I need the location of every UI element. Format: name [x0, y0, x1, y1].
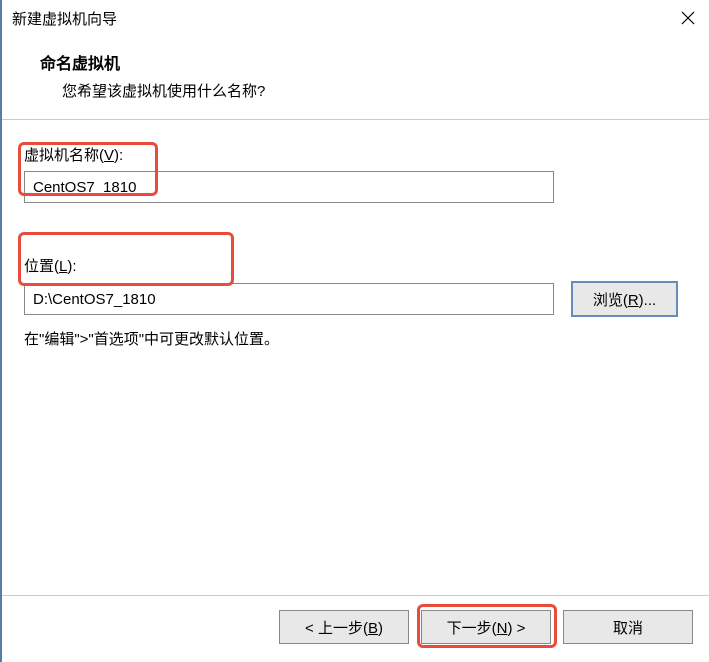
header-section: 命名虚拟机 您希望该虚拟机使用什么名称?: [2, 36, 709, 119]
close-icon[interactable]: [679, 9, 697, 27]
browse-button[interactable]: 浏览(R)...: [572, 282, 677, 316]
location-input[interactable]: [24, 283, 554, 315]
back-button[interactable]: < 上一步(B): [279, 610, 409, 644]
header-title: 命名虚拟机: [40, 50, 709, 74]
footer: < 上一步(B) 下一步(N) > 取消: [2, 595, 709, 662]
vm-name-label: 虚拟机名称(V):: [24, 144, 687, 165]
titlebar: 新建虚拟机向导: [2, 0, 709, 36]
window-title: 新建虚拟机向导: [12, 8, 117, 29]
header-subtitle: 您希望该虚拟机使用什么名称?: [40, 80, 709, 101]
wizard-window: 新建虚拟机向导 命名虚拟机 您希望该虚拟机使用什么名称? 虚拟机名称(V): 位…: [0, 0, 709, 662]
next-button[interactable]: 下一步(N) >: [421, 610, 551, 644]
vm-name-input[interactable]: [24, 171, 554, 203]
hint-text: 在"编辑">"首选项"中可更改默认位置。: [24, 328, 687, 349]
location-label: 位置(L):: [24, 255, 687, 276]
content-area: 虚拟机名称(V): 位置(L): 浏览(R)... 在"编辑">"首选项"中可更…: [2, 120, 709, 595]
cancel-button[interactable]: 取消: [563, 610, 693, 644]
